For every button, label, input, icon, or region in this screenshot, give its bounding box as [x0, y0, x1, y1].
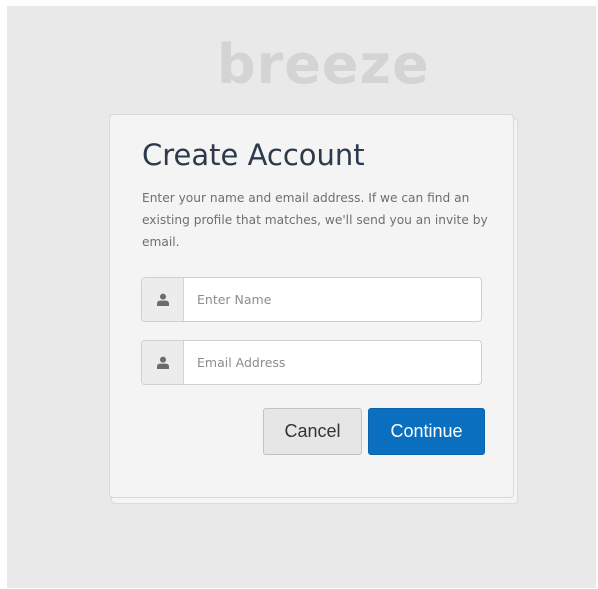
page-title: Create Account [142, 138, 365, 172]
user-icon [142, 341, 184, 384]
email-input[interactable] [184, 341, 481, 384]
continue-button[interactable]: Continue [368, 408, 485, 455]
user-icon [142, 278, 184, 321]
form-description: Enter your name and email address. If we… [142, 191, 488, 249]
name-field-group [141, 277, 482, 322]
page-background: breeze Create Account Enter your name an… [7, 6, 596, 588]
create-account-card: Create Account Enter your name and email… [109, 114, 514, 498]
cancel-button[interactable]: Cancel [263, 408, 362, 455]
breeze-logo: breeze [217, 33, 430, 96]
name-input[interactable] [184, 278, 481, 321]
email-field-group [141, 340, 482, 385]
